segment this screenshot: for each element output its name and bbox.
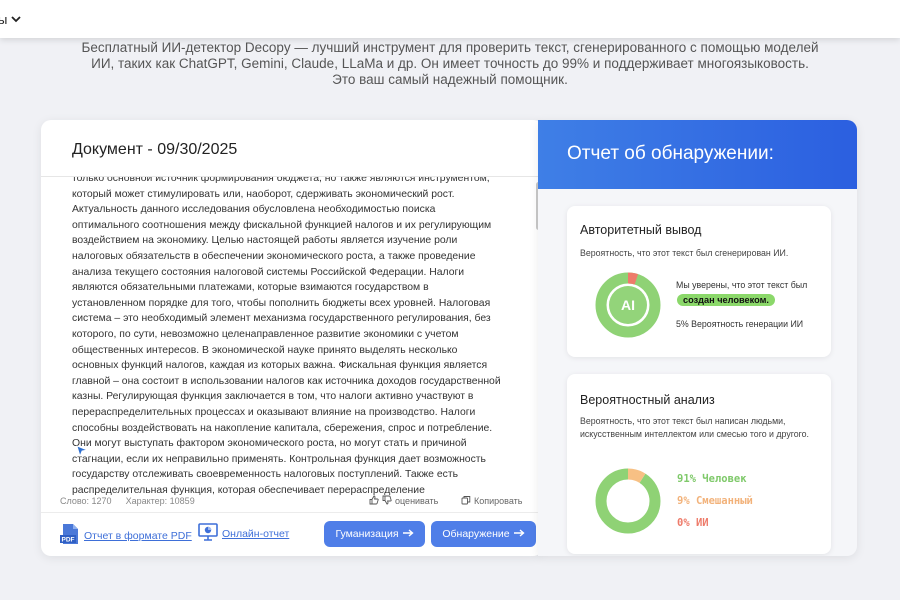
copy-icon xyxy=(461,495,471,507)
svg-text:PDF: PDF xyxy=(62,537,75,544)
arrow-right-icon xyxy=(402,528,414,540)
divider xyxy=(41,512,543,513)
confidence-text: Мы уверены, что этот текст был xyxy=(676,280,808,290)
ai-probability-text: 5% Вероятность генерации ИИ xyxy=(676,319,804,329)
authoritative-heading: Авторитетный вывод xyxy=(580,223,702,237)
document-text[interactable]: только основной источник формирования бю… xyxy=(72,177,502,495)
intro-line-3: Это ваш самый надежный помощник. xyxy=(332,72,568,87)
humanize-button[interactable]: Гуманизация xyxy=(324,521,425,547)
char-count: Характер: 10859 xyxy=(125,496,195,506)
authoritative-description: Вероятность, что этот текст был сгенерир… xyxy=(580,248,789,258)
detection-report-card: Отчет об обнаружении: Авторитетный вывод… xyxy=(538,120,857,556)
thumbs-up-icon[interactable] xyxy=(369,495,379,507)
composition-donut xyxy=(593,466,663,541)
nav-menu-label[interactable]: ы xyxy=(0,12,7,27)
arrow-right-icon xyxy=(513,528,525,540)
document-text-area[interactable]: только основной источник формирования бю… xyxy=(41,177,543,495)
monitor-icon xyxy=(198,523,218,544)
document-title: Документ - 09/30/2025 xyxy=(72,141,238,158)
ai-percentage: 0% ИИ xyxy=(677,517,709,529)
probabilistic-heading: Вероятностный анализ xyxy=(580,393,715,407)
mixed-percentage: 9% Смешанный xyxy=(677,495,753,507)
donut-label: AI xyxy=(621,297,635,313)
intro-line-1: Бесплатный ИИ-детектор Decopy — лучший и… xyxy=(81,40,819,55)
mouse-cursor-icon xyxy=(76,444,89,462)
report-title: Отчет об обнаружении: xyxy=(567,143,774,164)
online-report-label[interactable]: Онлайн-отчет xyxy=(222,528,289,540)
humanize-label: Гуманизация xyxy=(335,528,399,540)
intro-line-2: ИИ, таких как ChatGPT, Gemini, Claude, L… xyxy=(91,56,809,71)
document-card: Документ - 09/30/2025 только основной ис… xyxy=(41,120,543,556)
top-navigation-bar: ы xyxy=(0,0,900,38)
intro-description: Бесплатный ИИ-детектор Decopy — лучший и… xyxy=(60,40,840,88)
pdf-report-link[interactable]: PDF Отчет в формате PDF xyxy=(60,523,192,548)
chevron-down-icon[interactable] xyxy=(11,10,21,28)
detect-label: Обнаружение xyxy=(442,528,510,540)
thumbs-down-icon[interactable] xyxy=(382,495,392,507)
online-report-link[interactable]: Онлайн-отчет xyxy=(198,523,289,544)
rate-button[interactable]: оценивать xyxy=(369,495,438,507)
probabilistic-description: Вероятность, что этот текст был написан … xyxy=(580,416,809,439)
authoritative-result-panel: Авторитетный вывод Вероятность, что этот… xyxy=(567,206,831,357)
pdf-file-icon: PDF xyxy=(60,523,80,548)
human-percentage: 91% Человек xyxy=(677,473,747,485)
ai-probability-donut: AI xyxy=(593,270,663,345)
probabilistic-analysis-panel: Вероятностный анализ Вероятность, что эт… xyxy=(567,374,831,554)
pdf-report-label[interactable]: Отчет в формате PDF xyxy=(84,530,192,542)
word-count: Слово: 1270 xyxy=(60,496,112,506)
verdict-badge: создан человеком. xyxy=(677,294,775,306)
text-stats: Слово: 1270 Характер: 10859 xyxy=(60,496,195,506)
copy-button[interactable]: Копировать xyxy=(461,495,522,507)
copy-label: Копировать xyxy=(474,496,523,506)
rate-label: оценивать xyxy=(395,496,439,506)
report-header: Отчет об обнаружении: xyxy=(538,120,857,189)
detect-button[interactable]: Обнаружение xyxy=(431,521,536,547)
